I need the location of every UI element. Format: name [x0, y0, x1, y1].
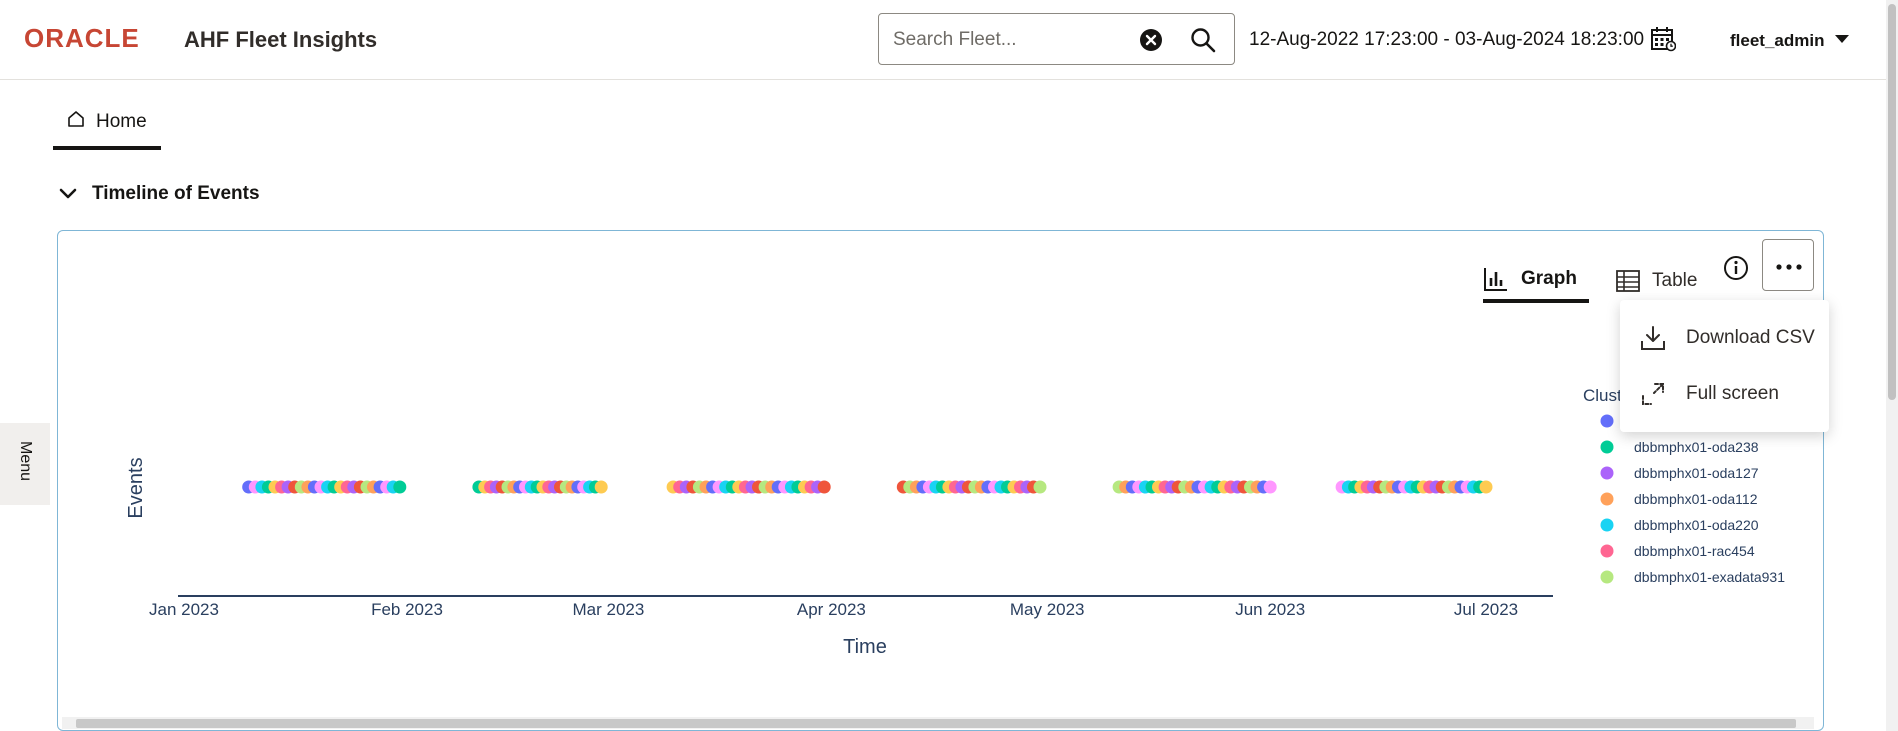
bar-chart-icon [1484, 268, 1507, 291]
section-title: Timeline of Events [92, 183, 260, 204]
x-tick-label: Jan 2023 [149, 600, 219, 619]
x-tick-label: Feb 2023 [371, 600, 443, 619]
scrollbar-thumb[interactable] [76, 719, 1796, 728]
user-name[interactable]: fleet_admin [1730, 31, 1824, 51]
legend-marker[interactable] [1600, 414, 1614, 428]
section-header[interactable]: Timeline of Events [58, 183, 260, 205]
legend-marker[interactable] [1600, 440, 1614, 454]
timeline-chart: Jan 2023 Feb 2023 Mar 2023 Apr 2023 May 2023… [125, 386, 1785, 658]
legend-entry[interactable]: dbbmphx01-oda220 [1634, 517, 1759, 533]
legend-marker[interactable] [1600, 518, 1614, 532]
table-icon [1616, 270, 1640, 292]
fullscreen-icon [1642, 383, 1664, 405]
event-point[interactable] [1033, 480, 1047, 494]
x-axis-label: Time [843, 636, 887, 658]
event-point[interactable] [817, 480, 831, 494]
event-point[interactable] [1479, 480, 1493, 494]
legend-marker[interactable] [1600, 466, 1614, 480]
vertical-scrollbar[interactable] [1886, 0, 1898, 731]
brand-text: ORACLE [24, 27, 140, 49]
tab-graph-label: Graph [1521, 268, 1577, 289]
more-options-button[interactable] [1762, 239, 1814, 291]
home-icon [68, 111, 84, 127]
event-point[interactable] [594, 480, 608, 494]
event-point[interactable] [393, 480, 407, 494]
date-range[interactable]: 12-Aug-2022 17:23:00 - 03-Aug-2024 18:23… [1249, 29, 1644, 51]
legend-marker[interactable] [1600, 492, 1614, 506]
legend-entry[interactable]: dbbmphx01-rac454 [1634, 543, 1755, 559]
legend-entry[interactable]: dbbmphx01-oda238 [1634, 439, 1759, 455]
x-tick-label: Jul 2023 [1454, 600, 1518, 619]
legend-marker[interactable] [1600, 544, 1614, 558]
calendar-icon[interactable] [1650, 26, 1676, 52]
legend-entry[interactable]: dbbmphx01-exadata931 [1634, 569, 1785, 585]
legend-entry[interactable]: dbbmphx01-oda127 [1634, 465, 1759, 481]
x-tick-label: Apr 2023 [797, 600, 866, 619]
tab-graph[interactable]: Graph [1483, 259, 1589, 303]
oracle-logo[interactable]: ORACLE [24, 26, 172, 50]
clear-icon[interactable] [1139, 28, 1163, 52]
search-input[interactable] [893, 27, 1143, 53]
chevron-down-icon[interactable] [58, 187, 78, 201]
legend-marker[interactable] [1600, 570, 1614, 584]
tab-home[interactable]: Home [53, 106, 161, 150]
legend-entry[interactable]: dbbmphx01-oda112 [1634, 491, 1758, 507]
more-options-menu: Download CSV Full screen [1620, 300, 1829, 432]
y-axis-label: Events [125, 457, 147, 518]
oracle-logo-mark: ORACLE [24, 27, 140, 49]
tab-table-label: Table [1652, 270, 1698, 291]
search-icon[interactable] [1189, 26, 1217, 54]
info-icon[interactable] [1723, 255, 1749, 281]
menu-item-download-csv[interactable]: Download CSV [1640, 320, 1815, 356]
more-horizontal-icon [1776, 264, 1802, 270]
menu-item-label: Full screen [1686, 383, 1779, 404]
menu-item-label: Download CSV [1686, 327, 1815, 348]
legend-title: Clust [1583, 386, 1622, 405]
top-header: ORACLE AHF Fleet Insights 12-Aug-2022 17… [0, 0, 1898, 80]
x-tick-label: Jun 2023 [1235, 600, 1305, 619]
app-title: AHF Fleet Insights [184, 27, 378, 52]
menu-item-full-screen[interactable]: Full screen [1640, 376, 1779, 412]
scrollbar-thumb[interactable] [1888, 4, 1896, 400]
tab-table[interactable]: Table [1616, 259, 1697, 303]
tab-home-label: Home [96, 111, 147, 132]
event-point[interactable] [1263, 480, 1277, 494]
horizontal-scrollbar[interactable] [62, 717, 1814, 729]
timeline-card: Jan 2023 Feb 2023 Mar 2023 Apr 2023 May 2023… [57, 230, 1824, 731]
download-icon [1641, 326, 1665, 350]
side-menu-toggle[interactable]: Menu [0, 423, 50, 505]
caret-down-icon[interactable] [1834, 33, 1850, 45]
search-box [878, 13, 1235, 65]
x-tick-label: May 2023 [1010, 600, 1085, 619]
x-tick-label: Mar 2023 [572, 600, 644, 619]
side-menu-label: Menu [17, 441, 34, 482]
